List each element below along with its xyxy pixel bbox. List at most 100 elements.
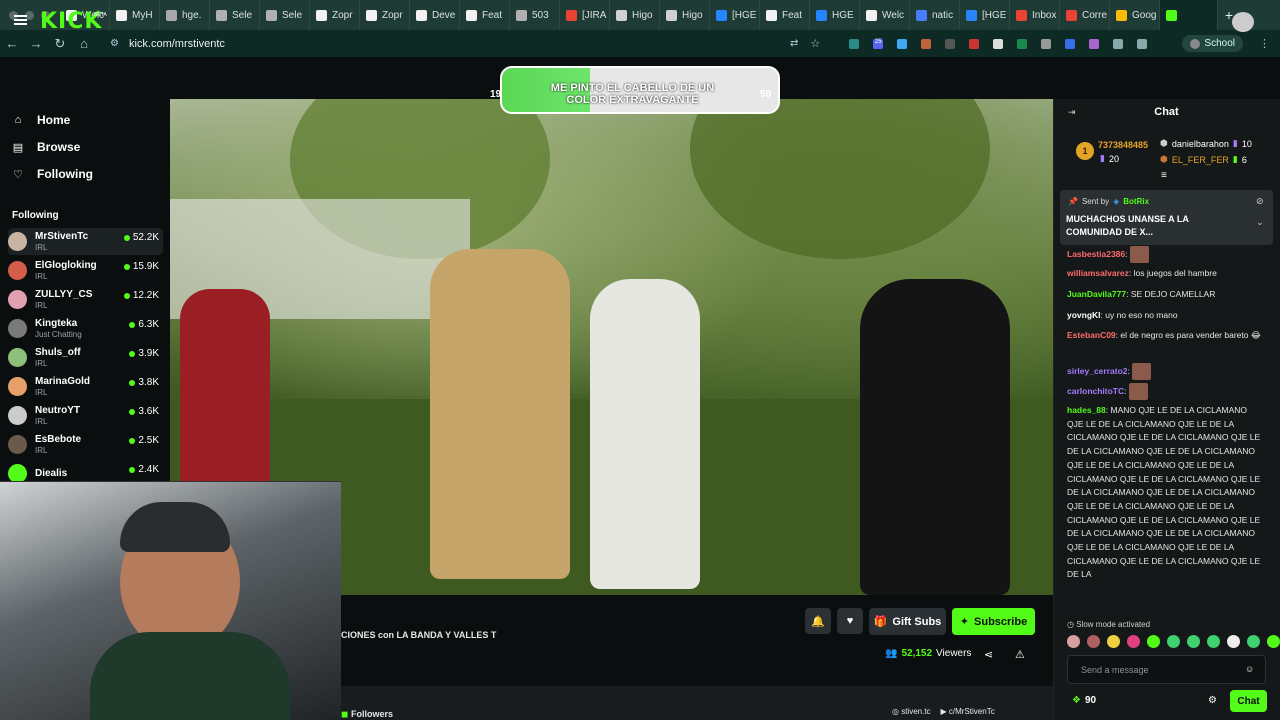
forward-icon[interactable]: → xyxy=(24,36,48,51)
nav-browse[interactable]: ▤ Browse xyxy=(12,140,81,154)
browser-tab[interactable]: [HGE xyxy=(710,0,760,30)
leaderboard-user-3[interactable]: ⬢ EL_FER_FER ▮ 6 xyxy=(1160,154,1247,165)
emote-icon[interactable] xyxy=(1247,635,1260,648)
report-icon[interactable]: ⚠ xyxy=(1015,648,1025,661)
chat-username[interactable]: yovngKl xyxy=(1067,310,1101,320)
extension-icon[interactable] xyxy=(945,38,956,49)
unpin-icon[interactable]: ⊘ xyxy=(1256,196,1264,207)
browser-menu-icon[interactable]: ⋮ xyxy=(1259,37,1270,50)
back-icon[interactable]: ← xyxy=(0,36,24,51)
extension-icon[interactable] xyxy=(1041,38,1052,49)
menu-icon[interactable] xyxy=(14,15,27,25)
browser-tab[interactable]: Inbox xyxy=(1010,0,1060,30)
emote-icon[interactable] xyxy=(1087,635,1100,648)
chat-message-input[interactable]: Send a message xyxy=(1067,655,1266,684)
subscribe-button[interactable]: ✦ Subscribe xyxy=(952,608,1035,635)
browser-tab[interactable]: Zopr xyxy=(310,0,360,30)
chat-username[interactable]: JuanDavila777 xyxy=(1067,289,1126,299)
browser-tab[interactable] xyxy=(1160,0,1218,30)
notification-bell-button[interactable]: 🔔 xyxy=(805,608,831,634)
browser-tab[interactable]: Higo xyxy=(660,0,710,30)
browser-tab[interactable]: Welc xyxy=(860,0,910,30)
following-item[interactable]: ZULLYY_CS IRL 12.2K xyxy=(8,286,163,313)
chat-username[interactable]: williamsalvarez xyxy=(1067,268,1129,278)
extension-icon[interactable] xyxy=(921,38,932,49)
browser-tab[interactable]: Zopr xyxy=(360,0,410,30)
channel-points[interactable]: ❖ 90 xyxy=(1072,695,1096,706)
browser-tab[interactable]: [HGE xyxy=(960,0,1010,30)
browser-tab[interactable]: Corre xyxy=(1060,0,1110,30)
youtube-link[interactable]: ▶ c/MrStivenTc xyxy=(941,707,995,716)
nav-home[interactable]: ⌂ Home xyxy=(12,113,71,127)
emote-icon[interactable] xyxy=(1067,635,1080,648)
extension-icon[interactable] xyxy=(1065,38,1076,49)
emoji-picker-icon[interactable]: ☺ xyxy=(1245,664,1254,674)
emote-icon[interactable] xyxy=(1107,635,1120,648)
instagram-link[interactable]: ◎ stiven.tc xyxy=(892,707,931,716)
emote-icon[interactable] xyxy=(1267,635,1280,648)
emote-icon[interactable] xyxy=(1207,635,1220,648)
leaderboard-user-2[interactable]: ⬢ danielbarahon ▮ 10 xyxy=(1160,138,1252,149)
extension-icon[interactable] xyxy=(969,38,980,49)
browser-tab[interactable]: 503 xyxy=(510,0,560,30)
chat-username[interactable]: carlonchitoTC xyxy=(1067,386,1124,396)
browser-tab[interactable]: Sele xyxy=(260,0,310,30)
sidebar-toggle-icon[interactable] xyxy=(1137,38,1148,49)
extension-icon[interactable] xyxy=(993,38,1004,49)
extension-icon[interactable] xyxy=(1017,38,1028,49)
following-item[interactable]: MarinaGold IRL 3.8K xyxy=(8,373,163,400)
browser-tab[interactable]: Sele xyxy=(210,0,260,30)
browser-tab[interactable]: [JIRA xyxy=(560,0,610,30)
browser-tab[interactable]: Deve xyxy=(410,0,460,30)
chevron-down-icon[interactable]: ⌄ xyxy=(1256,217,1264,228)
chat-message[interactable]: yovngKl: uy no eso no mano xyxy=(1067,309,1262,323)
extensions-puzzle-icon[interactable] xyxy=(1113,38,1124,49)
browser-tab[interactable]: Higo xyxy=(610,0,660,30)
chat-username[interactable]: Lasbestia2386 xyxy=(1067,249,1125,259)
chat-message[interactable]: JuanDavila777: SE DEJO CAMELLAR xyxy=(1067,288,1262,302)
following-item[interactable]: Shuls_off IRL 3.9K xyxy=(8,344,163,371)
chat-message[interactable]: sirley_cerrato2: xyxy=(1067,363,1262,380)
following-item[interactable]: Kingteka Just Chatting 6.3K xyxy=(8,315,163,342)
browser-tab[interactable]: Feat xyxy=(760,0,810,30)
emote-icon[interactable] xyxy=(1147,635,1160,648)
following-item[interactable]: ElGlogloking IRL 15.9K xyxy=(8,257,163,284)
emote-icon[interactable] xyxy=(1227,635,1240,648)
send-chat-button[interactable]: Chat xyxy=(1230,690,1267,712)
emote-icon[interactable] xyxy=(1187,635,1200,648)
browser-tab[interactable]: natic xyxy=(910,0,960,30)
browser-tab[interactable]: Feat xyxy=(460,0,510,30)
emote-icon[interactable] xyxy=(1127,635,1140,648)
expand-leaderboard-icon[interactable]: ≡ xyxy=(1161,170,1167,181)
chat-message[interactable]: hades_88: MANO QJE LE DE LA CICLAMANO QJ… xyxy=(1067,404,1262,582)
following-item[interactable]: MrStivenTc IRL 52.2K xyxy=(8,228,163,255)
nav-following[interactable]: ♡ Following xyxy=(12,167,93,181)
url-field[interactable]: ⚙ kick.com/mrstiventc xyxy=(110,38,810,50)
translate-icon[interactable]: ⇄ xyxy=(790,38,798,49)
follow-heart-button[interactable]: ♥ xyxy=(837,608,863,634)
extension-icon[interactable] xyxy=(849,38,860,49)
chat-username[interactable]: hades_88 xyxy=(1067,405,1106,415)
browser-tab[interactable]: HGE xyxy=(810,0,860,30)
leaderboard-top-user[interactable]: 7373848485 xyxy=(1098,140,1148,150)
share-icon[interactable]: ⋖ xyxy=(984,648,993,661)
chat-message[interactable]: carlonchitoTC: xyxy=(1067,383,1262,400)
following-item[interactable]: NeutroYT IRL 3.6K xyxy=(8,402,163,429)
home-browser-icon[interactable]: ⌂ xyxy=(72,36,96,51)
chat-message[interactable]: Lasbestia2386: xyxy=(1067,246,1262,263)
browser-tab[interactable]: MyH xyxy=(110,0,160,30)
profile-chip[interactable]: School xyxy=(1182,35,1243,52)
site-info-icon[interactable]: ⚙ xyxy=(110,38,119,49)
chat-username[interactable]: sirley_cerrato2 xyxy=(1067,366,1128,376)
user-avatar[interactable] xyxy=(1232,12,1254,32)
extension-icon[interactable] xyxy=(897,38,908,49)
chat-message[interactable]: EstebanC09: el de negro es para vender b… xyxy=(1067,329,1262,343)
chat-message[interactable]: williamsalvarez: los juegos del hambre xyxy=(1067,267,1262,281)
browser-tab[interactable]: hge. xyxy=(160,0,210,30)
bookmark-star-icon[interactable]: ☆ xyxy=(810,37,820,50)
chat-username[interactable]: EstebanC09 xyxy=(1067,330,1116,340)
extension-badge-icon[interactable]: 25 xyxy=(873,38,884,49)
browser-tab[interactable]: Goog xyxy=(1110,0,1160,30)
emote-icon[interactable] xyxy=(1167,635,1180,648)
following-item[interactable]: EsBebote IRL 2.5K xyxy=(8,431,163,458)
